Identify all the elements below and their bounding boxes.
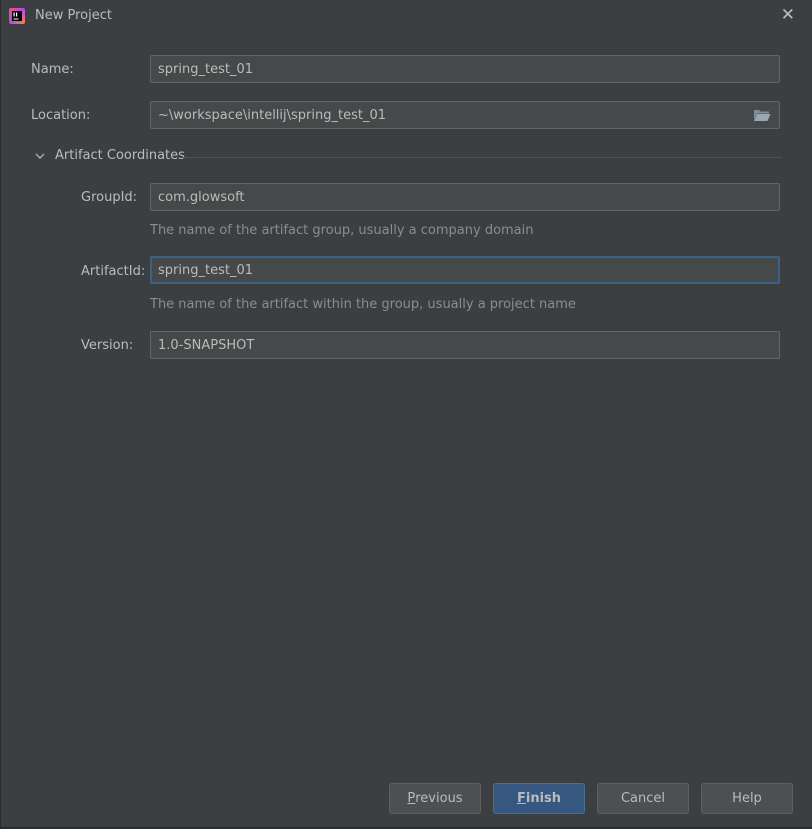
window-left-edge — [0, 0, 1, 829]
groupid-hint: The name of the artifact group, usually … — [150, 223, 534, 238]
version-label: Version: — [81, 338, 134, 353]
name-field[interactable] — [150, 55, 780, 83]
artifactid-hint: The name of the artifact within the grou… — [150, 297, 576, 312]
location-input[interactable] — [151, 102, 731, 128]
close-icon[interactable]: ✕ — [781, 5, 795, 25]
groupid-label: GroupId: — [81, 190, 138, 205]
artifact-coordinates-section: Artifact Coordinates — [34, 148, 782, 166]
groupid-field[interactable] — [150, 183, 780, 211]
intellij-app-icon — [9, 8, 25, 24]
version-input[interactable] — [151, 332, 731, 358]
name-label: Name: — [31, 62, 74, 77]
artifactid-field[interactable] — [150, 256, 780, 284]
finish-label: inish — [525, 791, 562, 806]
location-label: Location: — [31, 108, 91, 123]
folder-open-icon[interactable] — [753, 108, 771, 122]
artifactid-input[interactable] — [152, 258, 732, 282]
artifactid-label: ArtifactId: — [81, 264, 146, 279]
groupid-input[interactable] — [151, 184, 731, 210]
location-field[interactable] — [150, 101, 780, 129]
version-field[interactable] — [150, 331, 780, 359]
name-input[interactable] — [151, 56, 731, 82]
window-title: New Project — [35, 8, 112, 23]
previous-button[interactable]: Previous — [389, 783, 481, 814]
previous-mnemonic: P — [407, 791, 416, 806]
finish-button[interactable]: Finish — [493, 783, 585, 814]
help-button[interactable]: Help — [701, 783, 793, 814]
chevron-down-icon[interactable] — [34, 150, 46, 162]
artifact-coordinates-toggle[interactable]: Artifact Coordinates — [55, 148, 185, 163]
finish-mnemonic: F — [516, 791, 526, 806]
section-divider — [183, 157, 782, 158]
previous-label: revious — [415, 791, 463, 806]
title-bar: New Project ✕ — [0, 0, 812, 32]
cancel-button[interactable]: Cancel — [597, 783, 689, 814]
